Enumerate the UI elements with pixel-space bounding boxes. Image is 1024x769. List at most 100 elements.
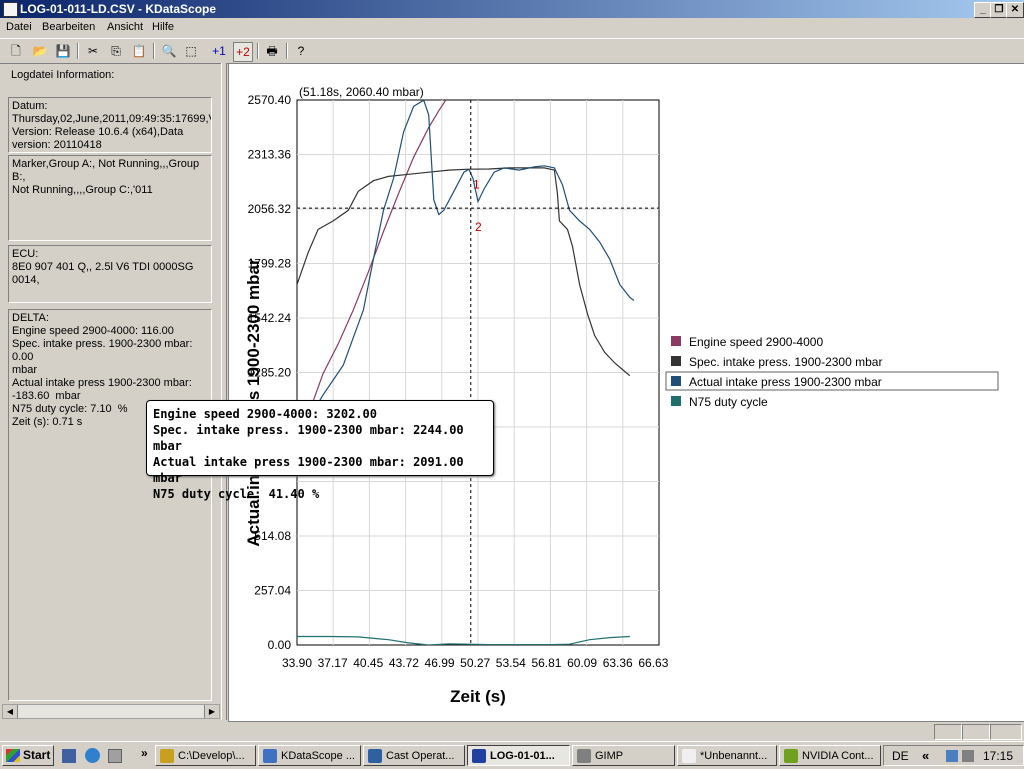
left-info-panel: Logdatei Information: Datum: Thursday,02… [2,63,220,720]
x-tick-label: 43.72 [389,656,419,670]
window-title: LOG-01-011-LD.CSV - KDataScope [20,2,217,16]
marker-plus1-icon[interactable]: +1 [210,42,228,60]
close-button[interactable]: ✕ [1006,2,1024,18]
title-bar: LOG-01-011-LD.CSV - KDataScope _ ❐ ✕ [0,0,1024,18]
browser-icon[interactable] [85,748,100,763]
taskbar-task-5[interactable]: GIMP [572,745,675,766]
print-icon[interactable]: 🖶 [263,42,281,60]
app-icon [3,2,18,17]
legend-swatch-1 [671,336,681,346]
y-tick-label: 0.00 [268,638,292,652]
task-label: Cast Operat... [386,750,455,762]
legend-entry-2[interactable]: Spec. intake press. 1900-2300 mbar [689,355,882,369]
save-icon[interactable]: 💾 [54,42,72,60]
tooltip-line-engine-speed: Engine speed 2900-4000: 3202.00 [153,407,377,421]
x-tick-label: 56.81 [531,656,561,670]
x-tick-label: 46.99 [425,656,455,670]
y-tick-label: 257.04 [254,584,291,598]
tooltip-line-n75: N75 duty cycle: 41.40 % [153,487,320,501]
chart-svg[interactable]: 2570.402313.362056.321799.281542.241285.… [229,64,1023,719]
start-button[interactable]: Start [2,745,54,766]
task-app-icon [263,749,277,763]
task-app-icon [784,749,798,763]
task-label: KDataScope ... [281,750,355,762]
x-tick-label: 63.36 [603,656,633,670]
task-label: C:\Develop\... [178,750,245,762]
chart-area[interactable]: 2570.40 2313.36 2056.32 1799.28 1542.24 1285.… [228,63,1024,722]
tooltip-line-actual-intake: Actual intake press 1900-2300 mbar: 2091… [153,455,464,485]
menu-hilfe[interactable]: Hilfe [152,21,174,33]
task-app-icon [160,749,174,763]
task-app-icon [368,749,382,763]
scroll-right-icon[interactable]: ▶ [204,705,219,718]
horizontal-scrollbar[interactable]: ◀ ▶ [2,704,220,719]
taskbar-task-3[interactable]: Cast Operat... [363,745,465,766]
y-tick-label: 2313.36 [248,148,292,162]
legend-entry-1[interactable]: Engine speed 2900-4000 [689,335,823,349]
paste-icon[interactable]: 📋 [130,42,148,60]
y-tick-label: 2056.32 [248,202,292,216]
task-label: LOG-01-01... [490,750,555,762]
taskbar-task-2[interactable]: KDataScope ... [258,745,361,766]
task-app-icon [577,749,591,763]
zoom-icon[interactable]: 🔍 [160,42,178,60]
windows-logo-icon [6,749,20,762]
clock: 17:15 [983,749,1014,763]
x-tick-label: 53.54 [496,656,526,670]
delta-info: DELTA: Engine speed 2900-4000: 116.00 Sp… [8,309,212,701]
task-label: GIMP [595,750,624,762]
calculator-icon[interactable] [108,749,122,763]
new-file-icon[interactable]: 🗋 [7,42,25,60]
start-label: Start [23,748,51,762]
tooltip-line-spec-intake: Spec. intake press. 1900-2300 mbar: 2244… [153,423,464,453]
show-desktop-icon[interactable] [62,749,76,763]
network-icon[interactable] [946,750,958,762]
panel-splitter[interactable] [221,63,227,720]
menu-ansicht[interactable]: Ansicht [107,21,143,33]
tray-expand-icon[interactable]: « [922,748,929,763]
x-tick-label: 40.45 [353,656,383,670]
language-indicator[interactable]: DE [892,749,909,763]
task-label: NVIDIA Cont... [802,750,874,762]
toolbar: 🗋 📂 💾 ✂ ⎘ 📋 🔍 ⬚ +1 +2 🖶 ? [0,38,1024,64]
status-panel-1 [934,724,962,740]
help-icon[interactable]: ? [292,42,310,60]
menu-bearbeiten[interactable]: Bearbeiten [42,21,95,33]
marker-label-1[interactable]: 1 [473,178,480,192]
volume-icon[interactable] [962,750,974,762]
y-tick-label: 2570.40 [248,93,292,107]
menu-bar: Datei Bearbeiten Ansicht Hilfe [0,19,1024,37]
legend-swatch-4 [671,396,681,406]
value-tooltip: Engine speed 2900-4000: 3202.00 Spec. in… [146,400,494,501]
marker-info: Marker,Group A:, Not Running,,,Group B:,… [8,155,212,241]
logfile-info-date: Datum: Thursday,02,June,2011,09:49:35:17… [8,97,212,153]
taskbar: Start » C:\Develop\... KDataScope ... Cast… [0,741,1024,769]
open-folder-icon[interactable]: 📂 [31,42,49,60]
status-bar [0,722,1024,740]
status-panel-2 [962,724,990,740]
taskbar-task-1[interactable]: C:\Develop\... [155,745,256,766]
taskbar-task-4[interactable]: LOG-01-01... [467,745,570,766]
legend-swatch-3 [671,376,681,386]
x-axis-label: Zeit (s) [450,687,506,706]
legend-swatch-2 [671,356,681,366]
logfile-info-header: Logdatei Information: [11,69,115,81]
cut-icon[interactable]: ✂ [84,42,102,60]
marker-plus2-icon[interactable]: +2 [233,42,253,62]
status-panel-3 [990,724,1022,740]
legend-entry-4[interactable]: N75 duty cycle [689,395,768,409]
x-tick-label: 33.90 [282,656,312,670]
select-rect-icon[interactable]: ⬚ [182,42,200,60]
quicklaunch-more-icon[interactable]: » [141,746,148,760]
marker-label-2[interactable]: 2 [475,220,482,234]
x-tick-label: 66.63 [638,656,668,670]
copy-icon[interactable]: ⎘ [107,42,125,60]
system-tray: DE « 17:15 [883,745,1024,766]
legend-entry-3[interactable]: Actual intake press 1900-2300 mbar [689,375,882,389]
scroll-left-icon[interactable]: ◀ [3,705,18,718]
menu-datei[interactable]: Datei [6,21,32,33]
x-tick-label: 60.09 [567,656,597,670]
taskbar-task-6[interactable]: *Unbenannt... [677,745,777,766]
taskbar-task-7[interactable]: NVIDIA Cont... [779,745,881,766]
x-tick-label: 50.27 [460,656,490,670]
